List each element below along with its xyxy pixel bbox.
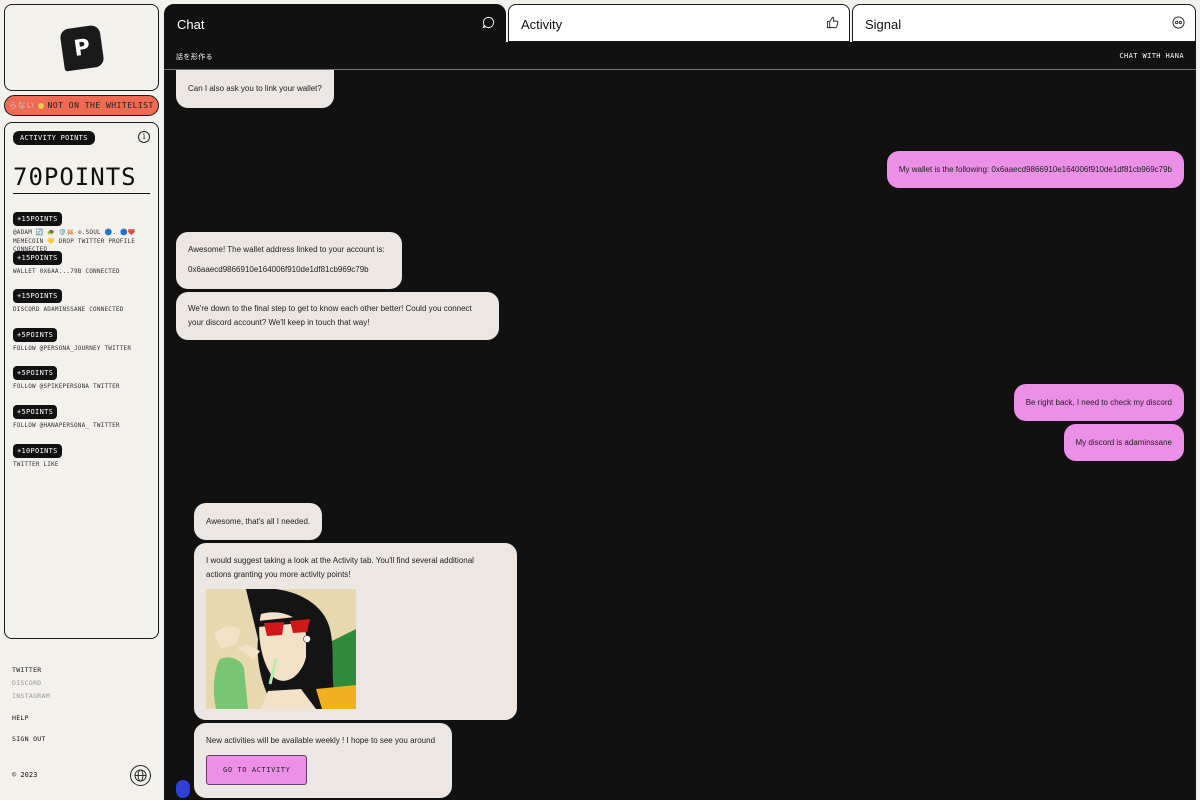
logo-container[interactable]: P xyxy=(4,4,159,91)
activity-points-badge: +5POINTS xyxy=(13,327,58,342)
chat-header-title: CHAT WITH HANA xyxy=(1119,52,1184,60)
activity-points-badge: +15POINTS xyxy=(13,212,62,226)
tab-signal[interactable]: Signal xyxy=(852,4,1196,42)
message-text: My wallet is the following: 0x6aaecd9866… xyxy=(898,165,1172,174)
whitelist-status-badge: らない NOT ON THE WHITELIST xyxy=(4,95,159,116)
instagram-link[interactable]: INSTAGRAM xyxy=(12,690,50,703)
tab-chat[interactable]: Chat xyxy=(164,4,506,42)
activity-item: +5POINTS FOLLOW @SPIKEPERSONA TWITTER xyxy=(13,362,153,401)
activity-description: FOLLOW @HANAPERSONA_ TWITTER xyxy=(13,421,120,429)
sidebar-links: TWITTER DISCORD INSTAGRAM HELP SIGN OUT xyxy=(12,664,50,746)
avatar xyxy=(176,780,190,798)
go-to-activity-button[interactable]: GO TO ACTIVITY xyxy=(206,755,308,785)
message-bot: I would suggest taking a look at the Act… xyxy=(194,543,517,720)
activity-description: TWITTER LIKE xyxy=(13,460,59,468)
message-bot: Awesome! The wallet address linked to yo… xyxy=(176,232,402,289)
twitter-link[interactable]: TWITTER xyxy=(12,664,50,677)
whitelist-prefix: らない xyxy=(9,101,35,110)
activity-points-badge: +15POINTS xyxy=(13,289,62,304)
message-text: your discord account? We'll keep in touc… xyxy=(188,318,370,327)
message-text: Awesome! The wallet address linked to yo… xyxy=(188,245,385,254)
message-text: Can I also ask you to link your wallet? xyxy=(188,84,322,93)
message-bot: New activities will be available weekly … xyxy=(194,723,452,798)
total-points: 70POINTS xyxy=(13,163,150,194)
message-text: My discord is adaminssane xyxy=(1075,438,1172,447)
thumbs-up-icon xyxy=(826,16,839,32)
activity-item: +5POINTS FOLLOW @HANAPERSONA_ TWITTER xyxy=(13,401,153,440)
message-bot: Awesome, that's all I needed. xyxy=(194,503,323,540)
message-text: I would suggest taking a look at the Act… xyxy=(206,556,474,565)
help-link[interactable]: HELP xyxy=(12,712,50,725)
copyright: © 2023 xyxy=(12,771,38,779)
activity-description: WALLET 0X6AA...79B CONNECTED xyxy=(13,267,120,275)
sign-out-link[interactable]: SIGN OUT xyxy=(12,733,50,746)
discord-link[interactable]: DISCORD xyxy=(12,677,50,690)
message-user: My wallet is the following: 0x6aaecd9866… xyxy=(886,151,1184,188)
activity-item: +15POINTS DISCORD ADAMINSSANE CONNECTED xyxy=(13,285,153,324)
globe-icon[interactable] xyxy=(130,765,151,786)
activity-points-panel: ACTIVITY POINTS i 70POINTS +15POINTS @AD… xyxy=(4,122,159,639)
activity-points-badge: +5POINTS xyxy=(13,404,58,419)
activity-description: FOLLOW @PERSONA_JOURNEY TWITTER xyxy=(13,344,132,352)
message-text: 0x6aaecd9866910e164006f910de1df81cb969c7… xyxy=(188,265,369,274)
activity-description: DISCORD ADAMINSSANE CONNECTED xyxy=(13,306,124,314)
chat-header: 話を形作る CHAT WITH HANA xyxy=(164,42,1196,70)
tab-activity[interactable]: Activity xyxy=(508,4,850,42)
activity-points-label: ACTIVITY POINTS xyxy=(13,131,95,145)
activity-points-badge: +5POINTS xyxy=(13,366,58,381)
activity-item: +15POINTS @ADAM 🔄 🐢 🛡️🐹 ⊙.SOUL 🔵. 🔵❤️ ME… xyxy=(13,208,153,253)
message-text: We're down to the final step to get to k… xyxy=(188,304,472,313)
app-logo: P xyxy=(58,23,105,72)
activity-description: FOLLOW @SPIKEPERSONA TWITTER xyxy=(13,383,120,391)
message-bot: We're down to the final step to get to k… xyxy=(176,292,499,340)
message-user: Be right back, I need to check my discor… xyxy=(1013,384,1184,421)
chat-bubble-icon xyxy=(482,16,495,32)
activity-points-badge: +10POINTS xyxy=(13,443,62,458)
info-icon[interactable]: i xyxy=(138,131,150,143)
chat-header-tagline: 話を形作る xyxy=(176,53,213,61)
chat-panel: 話を形作る CHAT WITH HANA Can I also ask you … xyxy=(164,42,1196,800)
tab-signal-label: Signal xyxy=(865,17,902,32)
message-text: Awesome, that's all I needed. xyxy=(206,517,311,526)
message-text: actions granting you more activity point… xyxy=(206,570,351,579)
status-dot-icon xyxy=(37,102,44,109)
message-user: My discord is adaminssane xyxy=(1063,424,1184,461)
activity-points-badge: +15POINTS xyxy=(13,250,62,265)
tab-activity-label: Activity xyxy=(521,17,563,32)
signal-icon xyxy=(1172,16,1185,32)
activity-item: +15POINTS WALLET 0X6AA...79B CONNECTED xyxy=(13,247,153,286)
tab-chat-label: Chat xyxy=(177,17,205,32)
whitelist-label: NOT ON THE WHITELIST xyxy=(47,101,154,110)
message-text: New activities will be available weekly … xyxy=(206,736,436,745)
sunglasses-character-image xyxy=(206,589,356,709)
message-text: Be right back, I need to check my discor… xyxy=(1025,398,1172,407)
message-bot: Can I also ask you to link your wallet? xyxy=(176,70,334,108)
activity-item: +10POINTS TWITTER LIKE xyxy=(13,440,153,479)
activity-list: +15POINTS @ADAM 🔄 🐢 🛡️🐹 ⊙.SOUL 🔵. 🔵❤️ ME… xyxy=(13,208,153,478)
activity-item: +5POINTS FOLLOW @PERSONA_JOURNEY TWITTER xyxy=(13,324,153,363)
